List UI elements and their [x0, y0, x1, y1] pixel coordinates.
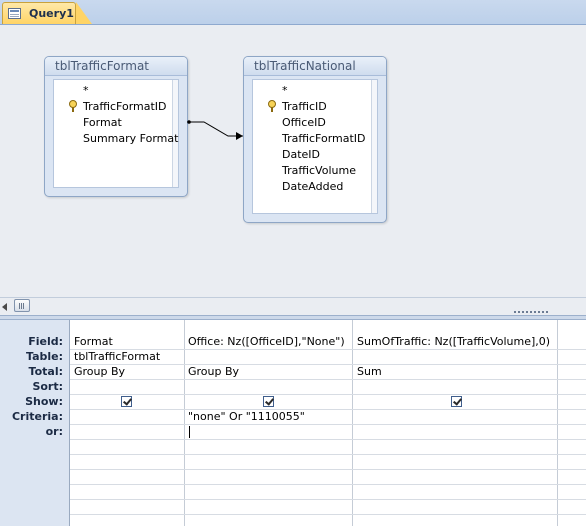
designer-horizontal-scrollbar[interactable]	[0, 297, 586, 315]
grid-row-line	[70, 379, 586, 380]
row-label-criteria: Criteria:	[11, 410, 63, 423]
row-label-sort: Sort:	[32, 380, 63, 393]
grid-row-line	[70, 394, 586, 395]
grid-cell-table[interactable]: tblTrafficFormat	[74, 350, 182, 363]
grid-column[interactable]	[185, 320, 353, 526]
grid-cell-criteria[interactable]: "none" Or "1110055"	[188, 410, 350, 423]
grid-cell-field[interactable]: SumOfTraffic: Nz([TrafficVolume],0)	[357, 335, 555, 348]
show-checkbox[interactable]	[121, 396, 132, 407]
grid-row-line	[70, 484, 586, 485]
scroll-thumb[interactable]	[14, 299, 30, 312]
grid-row-line	[70, 514, 586, 515]
grid-cell-total[interactable]: Group By	[74, 365, 182, 378]
pane-resize-grip[interactable]	[514, 311, 548, 313]
grid-row-labels: Field: Table: Total: Sort: Show: Criteri…	[0, 320, 70, 526]
query-icon	[8, 8, 21, 19]
row-label-field: Field:	[28, 335, 63, 348]
row-label-table: Table:	[25, 350, 63, 363]
grid-row-line	[70, 424, 586, 425]
text-cursor	[189, 426, 190, 438]
scroll-left-arrow-icon[interactable]	[2, 303, 7, 311]
row-label-total: Total:	[28, 365, 63, 378]
tab-query1[interactable]: Query1	[2, 2, 76, 24]
grid-cell-field[interactable]: Office: Nz([OfficeID],"None")	[188, 335, 350, 348]
grid-row-line	[70, 454, 586, 455]
tab-tail	[76, 2, 92, 24]
show-checkbox[interactable]	[451, 396, 462, 407]
grid-cell-total[interactable]: Group By	[188, 365, 350, 378]
document-tab-bar: Query1	[0, 0, 586, 25]
tab-label: Query1	[29, 7, 74, 20]
row-label-or: or:	[45, 425, 63, 438]
grid-column[interactable]	[353, 320, 558, 526]
grid-row-line	[70, 499, 586, 500]
grid-cell-field[interactable]: Format	[74, 335, 182, 348]
grid-row-line	[70, 469, 586, 470]
query-designer-pane[interactable]: tblTrafficFormat * TrafficFormatID Forma…	[0, 25, 586, 297]
grid-row-line	[70, 439, 586, 440]
query-design-grid[interactable]: Field: Table: Total: Sort: Show: Criteri…	[0, 320, 586, 526]
relationship-join-line[interactable]	[0, 25, 586, 297]
grid-cell-total[interactable]: Sum	[357, 365, 555, 378]
show-checkbox[interactable]	[263, 396, 274, 407]
row-label-show: Show:	[25, 395, 63, 408]
